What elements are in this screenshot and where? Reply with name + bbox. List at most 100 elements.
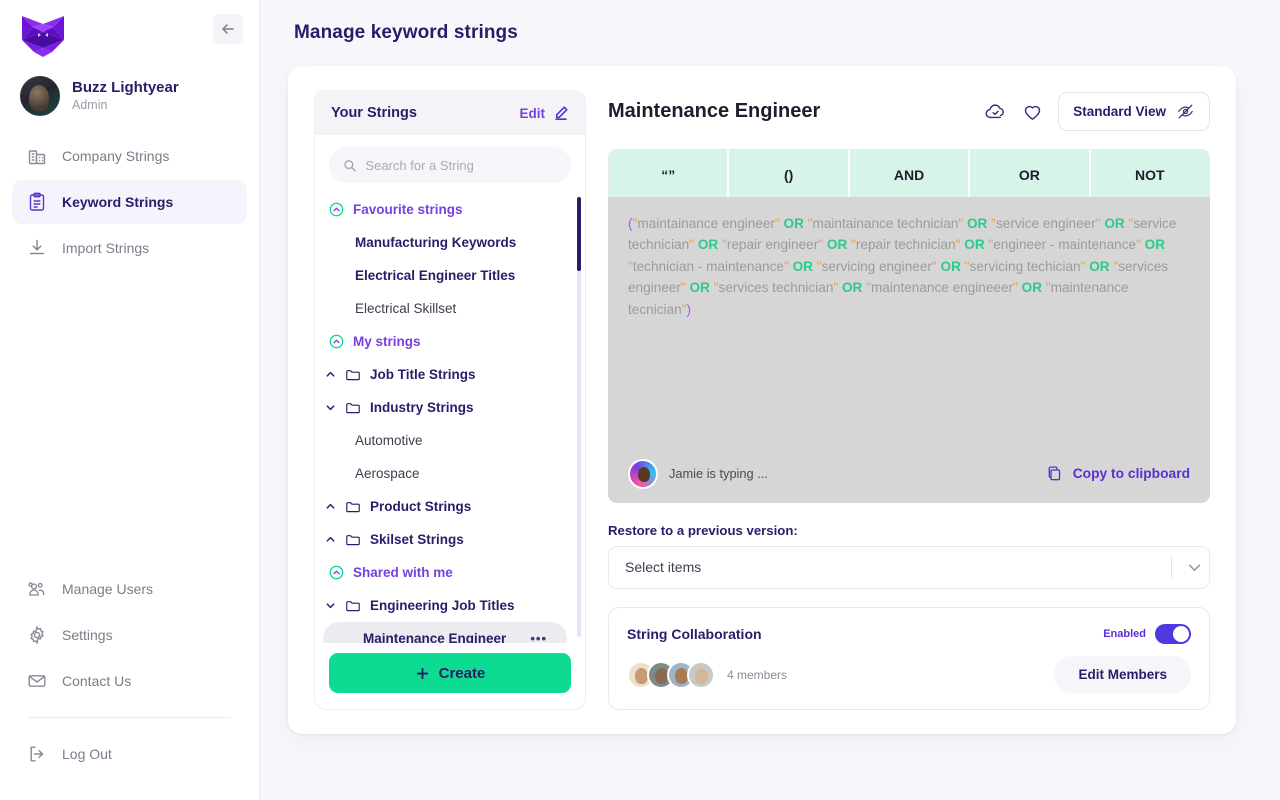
toggle-knob: [1173, 626, 1189, 642]
chevron-down-icon[interactable]: [325, 600, 336, 611]
operator-tab-or[interactable]: OR: [970, 150, 1091, 197]
operator-tab-not[interactable]: NOT: [1090, 150, 1209, 197]
tree-label: Skilset Strings: [370, 532, 464, 547]
fox-logo-icon[interactable]: [20, 14, 66, 58]
pencil-icon: [555, 106, 568, 120]
edit-members-button[interactable]: Edit Members: [1054, 656, 1191, 693]
view-mode-button[interactable]: Standard View: [1058, 92, 1210, 131]
sidebar-item-contact-us[interactable]: Contact Us: [12, 659, 247, 703]
tree-item-aerospace[interactable]: Aerospace: [315, 457, 575, 490]
collaboration-toggle-group[interactable]: Enabled: [1103, 624, 1191, 644]
chevron-up-icon[interactable]: [325, 369, 336, 380]
string-title: Maintenance Engineer: [608, 100, 821, 122]
tree-folder-skilset-strings[interactable]: Skilset Strings: [315, 523, 575, 556]
tree-label: Product Strings: [370, 499, 472, 514]
restore-version-select[interactable]: Select items: [608, 545, 1210, 589]
sidebar-item-import-strings[interactable]: Import Strings: [12, 226, 247, 270]
copy-to-clipboard-button[interactable]: Copy to clipboard: [1045, 464, 1190, 483]
tree-label: Industry Strings: [370, 400, 474, 415]
typing-status: Jamie is typing ...: [669, 466, 768, 482]
string-collaboration-card: String Collaboration Enabled 4 members E…: [608, 607, 1210, 710]
sidebar-item-label: Log Out: [62, 746, 112, 762]
sidebar-top: [0, 0, 259, 64]
string-editor: Maintenance Engineer Standard View “” ()…: [608, 90, 1210, 710]
tree-label: Automotive: [355, 433, 423, 448]
tree-item-electrical-engineer-titles[interactable]: Electrical Engineer Titles: [315, 259, 575, 292]
tree-folder-industry-strings[interactable]: Industry Strings: [315, 391, 575, 424]
tree-folder-product-strings[interactable]: Product Strings: [315, 490, 575, 523]
operator-tab-and[interactable]: AND: [849, 150, 971, 197]
edit-label: Edit: [519, 105, 546, 121]
member-avatar[interactable]: [687, 660, 715, 689]
gear-icon: [26, 624, 48, 646]
folder-icon: [346, 501, 360, 512]
chevron-down-icon[interactable]: [1186, 559, 1203, 576]
create-button[interactable]: Create: [329, 653, 571, 693]
operator-tab-quotes[interactable]: “”: [609, 150, 730, 197]
collaboration-title: String Collaboration: [627, 626, 762, 642]
nav-divider: [28, 717, 231, 718]
user-role: Admin: [72, 98, 108, 112]
tree-scrollbar[interactable]: [577, 197, 581, 637]
tree-item-manufacturing-keywords[interactable]: Manufacturing Keywords: [315, 226, 575, 259]
secondary-nav: Manage Users Settings Contact Us Log Out: [0, 567, 259, 800]
plus-icon: [416, 667, 428, 679]
tree-label: My strings: [353, 334, 421, 349]
sidebar: Buzz Lightyear Admin Company Strings Key…: [0, 0, 260, 800]
folder-icon: [346, 369, 360, 380]
search-icon: [344, 159, 356, 172]
sidebar-item-company-strings[interactable]: Company Strings: [12, 134, 247, 178]
sidebar-item-log-out[interactable]: Log Out: [12, 732, 247, 776]
edit-strings-button[interactable]: Edit: [520, 105, 570, 121]
sidebar-item-settings[interactable]: Settings: [12, 613, 247, 657]
toggle-label: Enabled: [1103, 628, 1146, 640]
folder-icon: [346, 534, 360, 545]
strings-panel-header: Your Strings Edit: [315, 91, 585, 135]
heart-icon[interactable]: [1021, 100, 1044, 123]
operator-tab-parentheses[interactable]: (): [729, 150, 850, 197]
collapse-sidebar-button[interactable]: [213, 14, 243, 44]
chevron-up-icon[interactable]: [325, 501, 336, 512]
search-input[interactable]: [365, 157, 557, 173]
eye-off-icon: [1178, 104, 1193, 119]
tree-label: Maintenance Engineer: [363, 631, 507, 643]
tree-label: Shared with me: [353, 565, 453, 580]
page-title: Manage keyword strings: [294, 22, 518, 43]
tree-folder-engineering-job-titles[interactable]: Engineering Job Titles: [315, 589, 575, 622]
logout-icon: [26, 743, 48, 765]
circle-chevron-up-icon: [329, 334, 344, 349]
tree-item-automotive[interactable]: Automotive: [315, 424, 575, 457]
tree-group-shared-with-me[interactable]: Shared with me: [315, 556, 575, 589]
sidebar-item-manage-users[interactable]: Manage Users: [12, 567, 247, 611]
sidebar-item-label: Import Strings: [62, 240, 150, 256]
tree-item-electrical-skillset[interactable]: Electrical Skillset: [315, 292, 575, 325]
collaboration-toggle[interactable]: [1155, 624, 1191, 644]
string-editor-footer: Jamie is typing ... Copy to clipboard: [628, 458, 1190, 503]
avatar: [20, 76, 60, 116]
keyword-string-text[interactable]: ("maintainance engineer" OR "maintainanc…: [628, 213, 1190, 321]
chevron-down-icon[interactable]: [325, 402, 336, 413]
editor-header: Maintenance Engineer Standard View: [608, 90, 1210, 149]
create-label: Create: [438, 664, 486, 682]
tree-label: Favourite strings: [353, 202, 463, 217]
chevron-up-icon[interactable]: [325, 534, 336, 545]
sidebar-item-keyword-strings[interactable]: Keyword Strings: [12, 180, 247, 224]
string-editor-box[interactable]: ("maintainance engineer" OR "maintainanc…: [608, 196, 1210, 503]
search-box[interactable]: [329, 147, 571, 183]
tree-group-favourite-strings[interactable]: Favourite strings: [315, 193, 575, 226]
tree-group-my-strings[interactable]: My strings: [315, 325, 575, 358]
tree-folder-job-title-strings[interactable]: Job Title Strings: [315, 358, 575, 391]
folder-icon: [346, 402, 360, 413]
tree-item-maintenance-engineer-selected[interactable]: Maintenance Engineer •••: [323, 622, 567, 643]
restore-version-value: Select items: [625, 559, 702, 576]
user-profile[interactable]: Buzz Lightyear Admin: [0, 64, 259, 134]
copy-label: Copy to clipboard: [1072, 466, 1190, 482]
tree-scroll-content: Favourite strings Manufacturing Keywords…: [315, 193, 585, 643]
circle-chevron-up-icon: [329, 565, 344, 580]
building-icon: [26, 145, 48, 167]
tree-scrollbar-thumb[interactable]: [577, 197, 581, 271]
string-options-menu-icon[interactable]: •••: [530, 631, 553, 643]
collaboration-header: String Collaboration Enabled: [627, 624, 1191, 644]
sidebar-item-label: Manage Users: [62, 581, 154, 597]
cloud-check-icon[interactable]: [984, 100, 1007, 123]
